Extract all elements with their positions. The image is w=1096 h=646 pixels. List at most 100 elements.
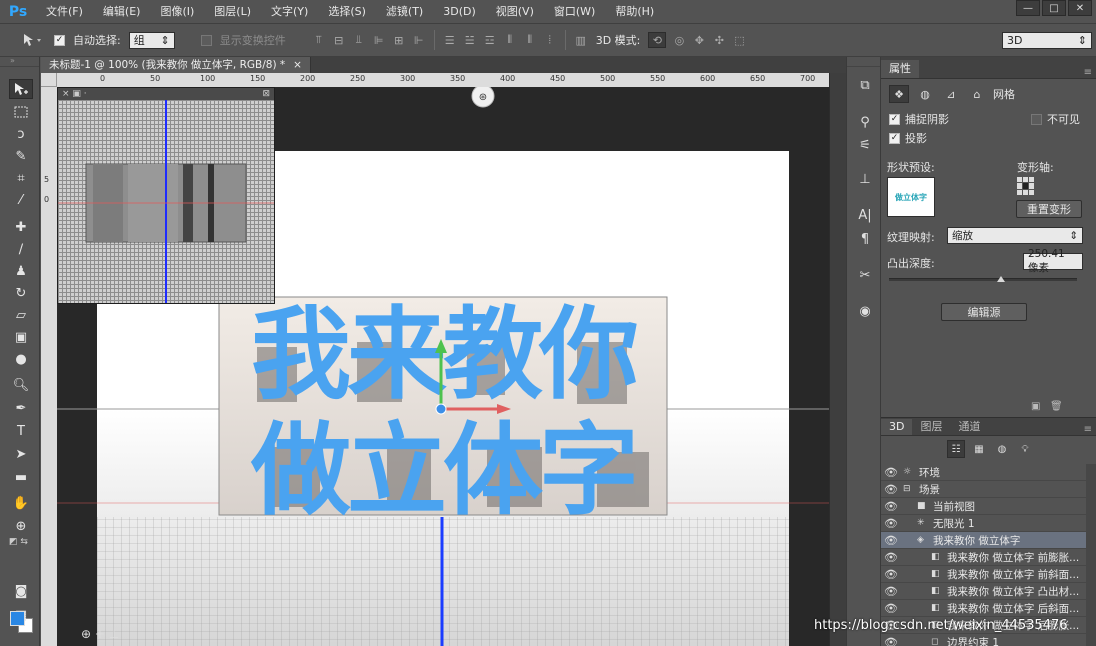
minimize-button[interactable]: — — [1016, 0, 1040, 16]
extrusion-depth-slider[interactable] — [889, 276, 1077, 282]
3d-ground-axis-icon[interactable]: ⊕ + ⊥ — [81, 627, 119, 641]
quick-mask-icon[interactable]: ◙ — [9, 581, 33, 601]
align-left-icon[interactable]: ⊫ — [372, 33, 386, 47]
orbit-3d-icon[interactable]: ⟲ — [648, 32, 667, 48]
visibility-eye-icon[interactable]: 👁︎ — [884, 500, 898, 513]
default-colors-icon[interactable]: ◩ ⇆ — [9, 537, 28, 547]
brush-settings-icon[interactable]: ⚟ — [855, 135, 875, 155]
horizontal-ruler[interactable]: 0 50 100 150 200 250 300 350 400 450 500 550 600 650 7… — [57, 73, 829, 87]
menu-item[interactable]: 选择(S) — [318, 0, 376, 23]
scene-row[interactable]: 👁︎ ⊟ 场景 — [881, 481, 1086, 498]
menu-item[interactable]: 滤镜(T) — [376, 0, 433, 23]
reset-deform-button[interactable]: 重置变形 — [1016, 200, 1082, 218]
character-panel-icon[interactable]: A| — [855, 205, 875, 225]
path-select-tool-icon[interactable]: ➤ — [9, 444, 33, 464]
distribute-bottom-icon[interactable]: ☲ — [483, 33, 497, 47]
scene-row[interactable]: 👁︎ ☼ 环境 — [881, 464, 1086, 481]
panel-grip[interactable]: » — [0, 57, 39, 67]
distribute-left-icon[interactable]: ⦀ — [503, 33, 517, 47]
cap-subtab-icon[interactable]: ⊿ — [941, 85, 961, 103]
history-panel-icon[interactable]: ⧉ — [855, 75, 875, 95]
align-bottom-icon[interactable]: ⫫ — [352, 33, 366, 47]
zoom-tool-icon[interactable]: ⊕ — [9, 516, 33, 536]
camera-widget-icon[interactable]: ⊛ — [471, 87, 495, 108]
eraser-tool-icon[interactable]: ▱ — [9, 305, 33, 325]
distribute-top-icon[interactable]: ☰ — [443, 33, 457, 47]
menu-item[interactable]: 视图(V) — [486, 0, 544, 23]
align-vcenter-icon[interactable]: ⊟ — [332, 33, 346, 47]
dodge-tool-icon[interactable]: 🔍︎ — [9, 375, 33, 395]
scene-row[interactable]: 👁︎ ◻ 边界约束 1 — [881, 634, 1086, 646]
cast-shadows-checkbox[interactable]: ✓ — [889, 132, 900, 144]
crop-tool-icon[interactable]: ⌗ — [9, 168, 33, 188]
eyedropper-tool-icon[interactable]: ⁄ — [9, 190, 33, 210]
tab-close-icon[interactable]: × — [293, 57, 302, 73]
visibility-eye-icon[interactable]: 👁︎ — [884, 568, 898, 581]
menu-item[interactable]: 编辑(E) — [93, 0, 151, 23]
tab-3d[interactable]: 3D — [881, 419, 913, 435]
pan-3d-icon[interactable]: ✥ — [692, 33, 706, 47]
visibility-eye-icon[interactable]: 👁︎ — [884, 636, 898, 646]
edit-source-button[interactable]: 编辑源 — [941, 303, 1027, 321]
scene-row[interactable]: 👁︎ ■ 当前视图 — [881, 498, 1086, 515]
align-top-icon[interactable]: ⫪ — [312, 33, 326, 47]
distribute-right-icon[interactable]: ⦙ — [543, 33, 557, 47]
type-tool-icon[interactable]: T — [9, 421, 33, 441]
light-filter-icon[interactable]: 💡︎ — [1016, 440, 1034, 458]
libraries-panel-icon[interactable]: ◉ — [855, 301, 875, 321]
scene-row[interactable]: 👁︎ ◧ 我来教你 做立体字 前斜面... — [881, 566, 1086, 583]
close-button[interactable]: ✕ — [1068, 0, 1092, 16]
visibility-eye-icon[interactable]: 👁︎ — [884, 602, 898, 615]
gradient-tool-icon[interactable]: ▣ — [9, 327, 33, 347]
ruler-origin[interactable] — [41, 73, 57, 87]
menu-item[interactable]: 图层(L) — [204, 0, 261, 23]
3d-secondary-view[interactable]: × ▣ · ⊠ — [57, 87, 275, 304]
mesh-filter-icon[interactable]: ▦ — [970, 440, 988, 458]
history-brush-tool-icon[interactable]: ↻ — [9, 283, 33, 303]
tab-channels[interactable]: 通道 — [950, 419, 988, 435]
vertical-scrollbar[interactable] — [829, 73, 846, 646]
roll-3d-icon[interactable]: ◎ — [672, 33, 686, 47]
clone-source-icon[interactable]: ⊥ — [855, 169, 875, 189]
healing-brush-tool-icon[interactable]: ✚ — [9, 217, 33, 237]
close-view-icon[interactable]: × ▣ · — [62, 89, 87, 99]
coordinates-subtab-icon[interactable]: ⌂ — [967, 85, 987, 103]
scale-3d-icon[interactable]: ⬚ — [732, 33, 746, 47]
tab-properties[interactable]: 属性 — [881, 60, 919, 78]
visibility-eye-icon[interactable]: 👁︎ — [884, 534, 898, 547]
align-hcenter-icon[interactable]: ⊞ — [392, 33, 406, 47]
move-tool-preset-icon[interactable] — [20, 30, 46, 50]
render-icon[interactable]: ▣ — [1031, 401, 1040, 412]
menu-item[interactable]: 帮助(H) — [605, 0, 664, 23]
distribute-vcenter-icon[interactable]: ☱ — [463, 33, 477, 47]
slider-thumb[interactable] — [997, 276, 1005, 282]
deform-subtab-icon[interactable]: ◍ — [915, 85, 935, 103]
lasso-tool-icon[interactable]: ↄ — [9, 124, 33, 144]
workspace-dropdown[interactable]: 3D ⇕ — [1002, 32, 1092, 49]
menu-item[interactable]: 窗口(W) — [544, 0, 605, 23]
visibility-eye-icon[interactable]: 👁︎ — [884, 466, 898, 479]
menu-item[interactable]: 3D(D) — [433, 0, 486, 23]
align-right-icon[interactable]: ⊩ — [412, 33, 426, 47]
panel-menu-icon[interactable]: ≡ — [1084, 424, 1096, 435]
3d-panel-scrollbar[interactable] — [1086, 464, 1096, 646]
tool-presets-icon[interactable]: ✂ — [855, 265, 875, 285]
panel-menu-icon[interactable]: ≡ — [1084, 67, 1096, 78]
deform-axis-grid[interactable] — [1017, 177, 1035, 195]
scene-row[interactable]: 👁︎ ◧ 我来教你 做立体字 后斜面... — [881, 600, 1086, 617]
paragraph-panel-icon[interactable]: ¶ — [855, 229, 875, 249]
catch-shadows-checkbox[interactable]: ✓ — [889, 113, 900, 125]
distribute-hcenter-icon[interactable]: ⫴ — [523, 33, 537, 47]
auto-select-checkbox[interactable]: ✓ — [54, 34, 65, 46]
visibility-eye-icon[interactable]: 👁︎ — [884, 517, 898, 530]
scene-row[interactable]: 👁︎ ◈ 我来教你 做立体字 — [881, 532, 1086, 549]
show-transform-checkbox[interactable] — [200, 34, 212, 46]
delete-icon[interactable]: 🗑︎ — [1050, 401, 1063, 412]
mesh-subtab-icon[interactable]: ❖ — [889, 85, 909, 103]
pen-tool-icon[interactable]: ✒ — [9, 398, 33, 418]
foreground-color-swatch[interactable] — [10, 611, 25, 626]
hand-tool-icon[interactable]: ✋ — [9, 493, 33, 513]
move-tool-icon[interactable] — [9, 79, 33, 99]
auto-select-dropdown[interactable]: 组 ⇕ — [128, 31, 175, 49]
tab-layers[interactable]: 图层 — [912, 419, 950, 435]
